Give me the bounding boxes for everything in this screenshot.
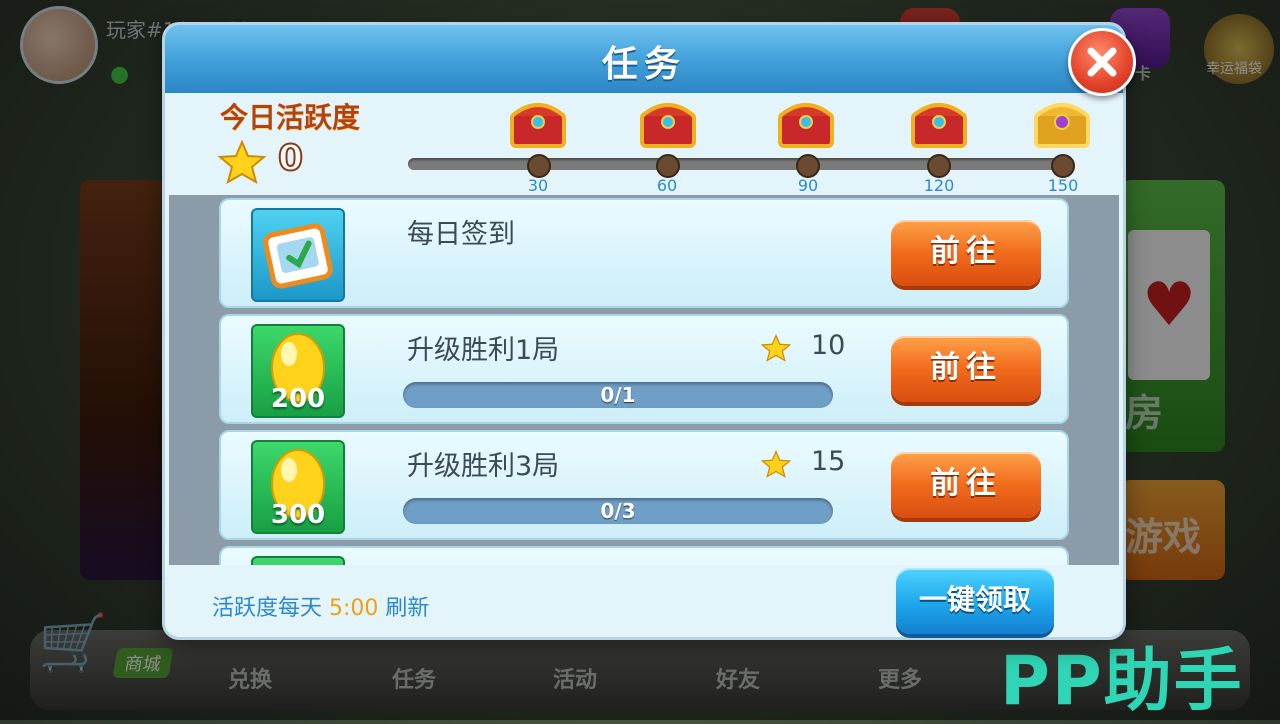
task-name: 升级胜利1局 [407, 335, 560, 366]
task-progress-text: 0/1 [600, 383, 636, 407]
reward-amount: 200 [270, 384, 326, 414]
reward-amount: 300 [270, 500, 326, 530]
refresh-time: 5:00 [329, 596, 379, 621]
task-name: 升级胜利3局 [407, 451, 560, 482]
task-points: 10 [811, 330, 846, 361]
task-points: 15 [811, 446, 846, 477]
task-progress-bar: 0/3 [403, 498, 833, 524]
chest-120-icon [911, 103, 967, 148]
dialog-title: 任务 [601, 44, 686, 85]
milestone-label: 90 [797, 176, 819, 195]
activity-progress-track [408, 158, 1072, 170]
milestone-node [796, 154, 820, 178]
chest-150-icon [1034, 103, 1090, 148]
treasure-chest-icon[interactable] [909, 96, 969, 150]
chest-60-icon [640, 103, 696, 148]
task-progress-bar: 0/1 [403, 382, 833, 408]
milestone-label: 60 [656, 176, 678, 195]
treasure-chest-icon[interactable] [508, 96, 568, 150]
gold-egg-icon: 300 [251, 440, 345, 534]
milestone-node [527, 154, 551, 178]
go-button[interactable]: 前往 [891, 452, 1041, 518]
close-icon [1087, 47, 1117, 77]
close-button[interactable] [1068, 28, 1136, 96]
task-row: 200 升级胜利1局 10 0/1 前往 [219, 314, 1069, 424]
treasure-chest-icon[interactable] [776, 96, 836, 150]
star-icon [761, 450, 791, 478]
treasure-chest-icon[interactable] [1032, 96, 1092, 150]
star-icon [218, 140, 266, 184]
claim-all-button[interactable]: 一键领取 [896, 568, 1054, 634]
milestone-label: 150 [1047, 176, 1079, 195]
chest-30-icon [510, 103, 566, 148]
milestone-node [656, 154, 680, 178]
chest-90-icon [778, 103, 834, 148]
go-button[interactable]: 前往 [891, 336, 1041, 402]
milestone-label: 120 [923, 176, 955, 195]
refresh-note-prefix: 活跃度每天 [212, 596, 323, 621]
star-icon [761, 334, 791, 362]
milestone-node [927, 154, 951, 178]
treasure-chest-icon[interactable] [638, 96, 698, 150]
calendar-checkin-icon [251, 208, 345, 302]
task-row: 300 升级胜利3局 15 0/3 前往 [219, 430, 1069, 540]
activity-value: 0 [277, 137, 304, 180]
refresh-note-suffix: 刷新 [385, 596, 430, 621]
watermark-logo: PP助手 [1000, 642, 1244, 721]
task-progress-text: 0/3 [600, 499, 636, 523]
task-row: 每日签到 前往 [219, 198, 1069, 308]
milestone-label: 30 [527, 176, 549, 195]
go-button[interactable]: 前往 [891, 220, 1041, 286]
milestone-node [1051, 154, 1075, 178]
task-list[interactable]: 每日签到 前往 200 升级胜利1局 10 0/1 前往 300 升级胜利3局 … [169, 195, 1119, 565]
task-name: 每日签到 [407, 219, 515, 250]
activity-label: 今日活跃度 [220, 101, 361, 134]
refresh-note: 活跃度每天 5:00 刷新 [212, 590, 429, 622]
task-row-partial [219, 546, 1069, 565]
gold-egg-icon [251, 556, 345, 565]
gold-egg-icon: 200 [251, 324, 345, 418]
